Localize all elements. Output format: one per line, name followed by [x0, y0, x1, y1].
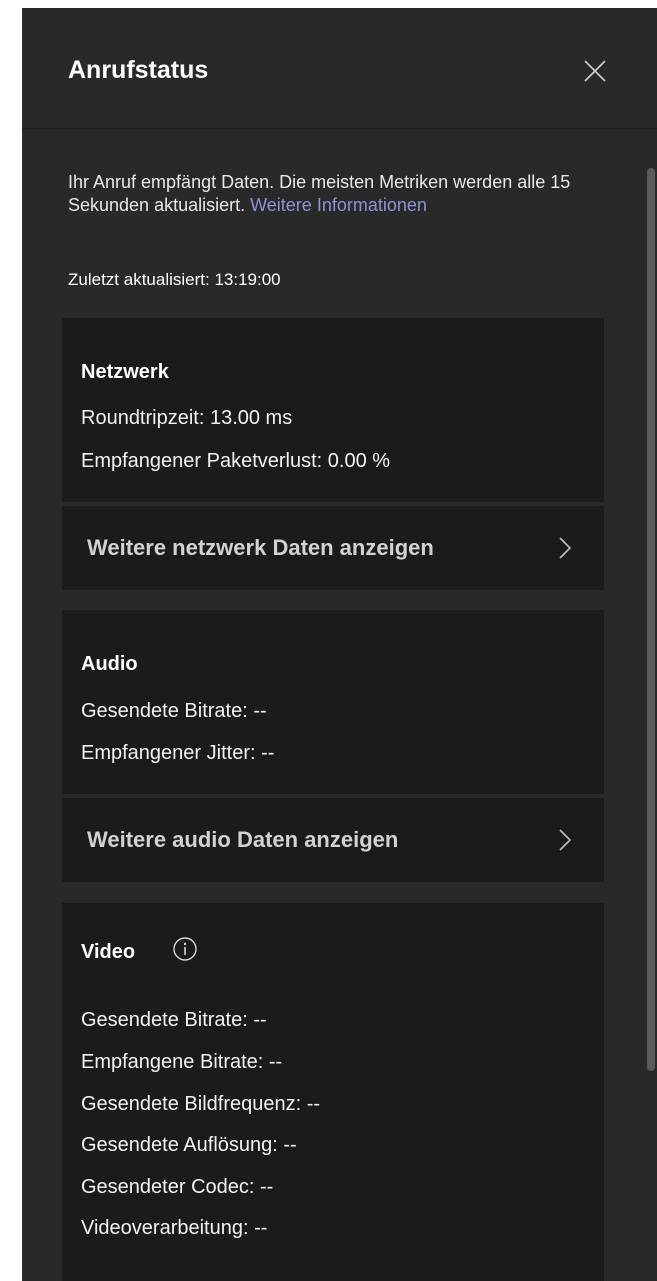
intro-text: Ihr Anruf empfängt Daten. Die meisten Me… — [68, 171, 608, 217]
audio-card: Audio Gesendete Bitrate: -- Empfangener … — [62, 610, 604, 794]
show-more-network-label: Weitere netzwerk Daten anzeigen — [87, 535, 434, 560]
video-processing: Videoverarbeitung: -- — [81, 1217, 268, 1239]
audio-received-jitter: Empfangener Jitter: -- — [81, 742, 275, 764]
audio-card-title: Audio — [81, 653, 138, 675]
more-info-link[interactable]: Weitere Informationen — [250, 195, 427, 215]
panel-header: Anrufstatus — [22, 8, 657, 129]
chevron-right-icon — [559, 829, 572, 851]
panel-title: Anrufstatus — [68, 56, 209, 84]
network-card: Netzwerk Roundtripzeit: 13.00 ms Empfang… — [62, 318, 604, 502]
close-button[interactable] — [582, 58, 608, 84]
audio-sent-bitrate: Gesendete Bitrate: -- — [81, 700, 267, 722]
chevron-right-icon — [559, 537, 572, 559]
video-sent-framerate: Gesendete Bildfrequenz: -- — [81, 1093, 321, 1115]
show-more-audio-button[interactable]: Weitere audio Daten anzeigen — [62, 798, 604, 882]
video-card-title: Video — [81, 941, 136, 963]
video-sent-codec: Gesendeter Codec: -- — [81, 1176, 274, 1198]
network-packet-loss: Empfangener Paketverlust: 0.00 % — [81, 450, 391, 472]
close-icon — [584, 60, 606, 82]
panel-content: Ihr Anruf empfängt Daten. Die meisten Me… — [22, 129, 657, 1281]
video-sent-resolution: Gesendete Auflösung: -- — [81, 1134, 297, 1156]
show-more-network-button[interactable]: Weitere netzwerk Daten anzeigen — [62, 506, 604, 590]
network-roundtrip-time: Roundtripzeit: 13.00 ms — [81, 407, 293, 429]
video-received-bitrate: Empfangene Bitrate: -- — [81, 1051, 283, 1073]
call-health-panel: Anrufstatus Ihr Anruf empfängt Daten. Di… — [22, 8, 657, 1281]
show-more-audio-label: Weitere audio Daten anzeigen — [87, 827, 399, 852]
video-sent-bitrate: Gesendete Bitrate: -- — [81, 1009, 267, 1031]
scrollbar-thumb[interactable] — [647, 168, 655, 1071]
info-icon[interactable] — [172, 936, 198, 962]
video-card: Video Gesendete Bitrate: -- Empfangene B… — [62, 903, 604, 1281]
last-updated-text: Zuletzt aktualisiert: 13:19:00 — [68, 270, 281, 289]
network-card-title: Netzwerk — [81, 361, 169, 383]
